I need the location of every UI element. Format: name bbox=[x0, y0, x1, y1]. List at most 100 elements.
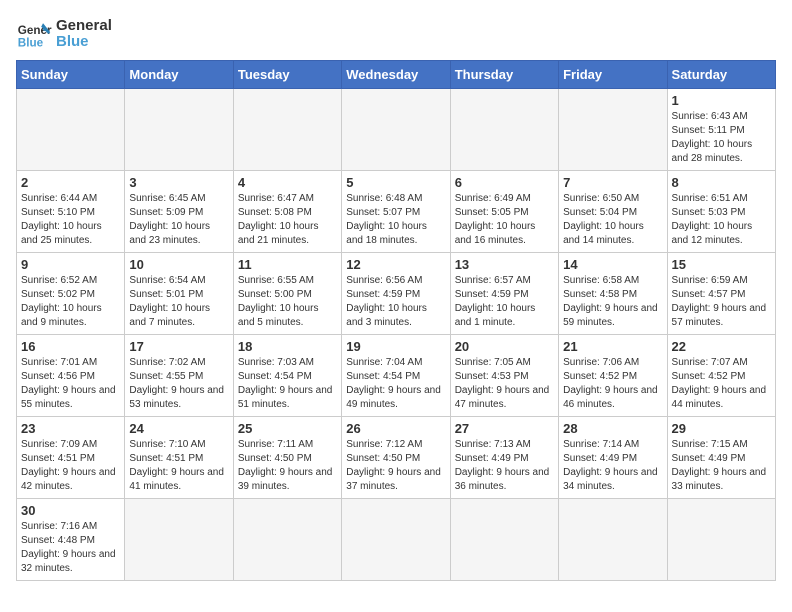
calendar-table: SundayMondayTuesdayWednesdayThursdayFrid… bbox=[16, 60, 776, 581]
calendar-cell: 29Sunrise: 7:15 AM Sunset: 4:49 PM Dayli… bbox=[667, 417, 775, 499]
day-info: Sunrise: 7:13 AM Sunset: 4:49 PM Dayligh… bbox=[455, 438, 554, 494]
day-info: Sunrise: 7:02 AM Sunset: 4:55 PM Dayligh… bbox=[129, 356, 228, 412]
weekday-thursday: Thursday bbox=[450, 61, 558, 89]
calendar-cell: 8Sunrise: 6:51 AM Sunset: 5:03 PM Daylig… bbox=[667, 171, 775, 253]
day-number: 25 bbox=[238, 421, 337, 436]
day-number: 22 bbox=[672, 339, 771, 354]
day-info: Sunrise: 6:52 AM Sunset: 5:02 PM Dayligh… bbox=[21, 274, 120, 330]
day-info: Sunrise: 7:10 AM Sunset: 4:51 PM Dayligh… bbox=[129, 438, 228, 494]
calendar-cell bbox=[233, 499, 341, 581]
calendar-cell: 26 Sunrise: 7:12 AM Sunset: 4:50 PM Dayli… bbox=[342, 417, 450, 499]
calendar-header: SundayMondayTuesdayWednesdayThursdayFrid… bbox=[17, 61, 776, 89]
day-number: 29 bbox=[672, 421, 771, 436]
calendar-cell: 21 Sunrise: 7:06 AM Sunset: 4:52 PM Dayli… bbox=[559, 335, 667, 417]
calendar-cell: 18 Sunrise: 7:03 AM Sunset: 4:54 PM Dayli… bbox=[233, 335, 341, 417]
day-info: Sunrise: 6:50 AM Sunset: 5:04 PM Dayligh… bbox=[563, 192, 662, 248]
day-number: 13 bbox=[455, 257, 554, 272]
header-section: General Blue General Blue bbox=[16, 16, 776, 52]
calendar-cell: 5Sunrise: 6:48 AM Sunset: 5:07 PM Daylig… bbox=[342, 171, 450, 253]
calendar-cell: 3Sunrise: 6:45 AM Sunset: 5:09 PM Daylig… bbox=[125, 171, 233, 253]
day-number: 9 bbox=[21, 257, 120, 272]
day-info: Sunrise: 7:16 AM Sunset: 4:48 PM Dayligh… bbox=[21, 520, 120, 576]
day-info: Sunrise: 7:03 AM Sunset: 4:54 PM Dayligh… bbox=[238, 356, 337, 412]
calendar-cell bbox=[233, 89, 341, 171]
day-info: Sunrise: 7:04 AM Sunset: 4:54 PM Dayligh… bbox=[346, 356, 445, 412]
calendar-cell: 20 Sunrise: 7:05 AM Sunset: 4:53 PM Dayli… bbox=[450, 335, 558, 417]
calendar-cell bbox=[667, 499, 775, 581]
weekday-sunday: Sunday bbox=[17, 61, 125, 89]
day-info: Sunrise: 7:07 AM Sunset: 4:52 PM Dayligh… bbox=[672, 356, 771, 412]
calendar-cell bbox=[450, 499, 558, 581]
logo-general: General bbox=[56, 18, 112, 35]
calendar-cell: 27Sunrise: 7:13 AM Sunset: 4:49 PM Dayli… bbox=[450, 417, 558, 499]
day-number: 17 bbox=[129, 339, 228, 354]
calendar-cell: 9 Sunrise: 6:52 AM Sunset: 5:02 PM Daylig… bbox=[17, 253, 125, 335]
day-number: 21 bbox=[563, 339, 662, 354]
day-number: 24 bbox=[129, 421, 228, 436]
logo-blue: Blue bbox=[56, 34, 112, 51]
day-info: Sunrise: 6:47 AM Sunset: 5:08 PM Dayligh… bbox=[238, 192, 337, 248]
calendar-cell bbox=[125, 89, 233, 171]
calendar-cell bbox=[17, 89, 125, 171]
day-info: Sunrise: 7:12 AM Sunset: 4:50 PM Dayligh… bbox=[346, 438, 445, 494]
day-number: 26 bbox=[346, 421, 445, 436]
weekday-saturday: Saturday bbox=[667, 61, 775, 89]
calendar-cell: 25Sunrise: 7:11 AM Sunset: 4:50 PM Dayli… bbox=[233, 417, 341, 499]
calendar-cell: 7Sunrise: 6:50 AM Sunset: 5:04 PM Daylig… bbox=[559, 171, 667, 253]
day-number: 5 bbox=[346, 175, 445, 190]
calendar-cell: 24 Sunrise: 7:10 AM Sunset: 4:51 PM Dayli… bbox=[125, 417, 233, 499]
calendar-cell: 6 Sunrise: 6:49 AM Sunset: 5:05 PM Daylig… bbox=[450, 171, 558, 253]
calendar-week-6: 30 Sunrise: 7:16 AM Sunset: 4:48 PM Dayli… bbox=[17, 499, 776, 581]
day-info: Sunrise: 7:06 AM Sunset: 4:52 PM Dayligh… bbox=[563, 356, 662, 412]
day-number: 6 bbox=[455, 175, 554, 190]
calendar-cell: 4 Sunrise: 6:47 AM Sunset: 5:08 PM Daylig… bbox=[233, 171, 341, 253]
day-number: 20 bbox=[455, 339, 554, 354]
day-info: Sunrise: 6:58 AM Sunset: 4:58 PM Dayligh… bbox=[563, 274, 662, 330]
svg-text:Blue: Blue bbox=[18, 37, 44, 50]
day-number: 2 bbox=[21, 175, 120, 190]
day-number: 19 bbox=[346, 339, 445, 354]
calendar-cell: 12Sunrise: 6:56 AM Sunset: 4:59 PM Dayli… bbox=[342, 253, 450, 335]
day-info: Sunrise: 6:51 AM Sunset: 5:03 PM Dayligh… bbox=[672, 192, 771, 248]
calendar-body: 1Sunrise: 6:43 AM Sunset: 5:11 PM Daylig… bbox=[17, 89, 776, 581]
day-number: 14 bbox=[563, 257, 662, 272]
calendar-week-3: 9 Sunrise: 6:52 AM Sunset: 5:02 PM Daylig… bbox=[17, 253, 776, 335]
calendar-cell bbox=[342, 499, 450, 581]
calendar-cell: 22 Sunrise: 7:07 AM Sunset: 4:52 PM Dayli… bbox=[667, 335, 775, 417]
day-number: 12 bbox=[346, 257, 445, 272]
day-info: Sunrise: 7:09 AM Sunset: 4:51 PM Dayligh… bbox=[21, 438, 120, 494]
day-info: Sunrise: 6:45 AM Sunset: 5:09 PM Dayligh… bbox=[129, 192, 228, 248]
weekday-wednesday: Wednesday bbox=[342, 61, 450, 89]
day-info: Sunrise: 7:05 AM Sunset: 4:53 PM Dayligh… bbox=[455, 356, 554, 412]
calendar-week-5: 23Sunrise: 7:09 AM Sunset: 4:51 PM Dayli… bbox=[17, 417, 776, 499]
calendar-cell: 14 Sunrise: 6:58 AM Sunset: 4:58 PM Dayli… bbox=[559, 253, 667, 335]
calendar-cell: 11 Sunrise: 6:55 AM Sunset: 5:00 PM Dayli… bbox=[233, 253, 341, 335]
calendar-cell: 15 Sunrise: 6:59 AM Sunset: 4:57 PM Dayli… bbox=[667, 253, 775, 335]
calendar-cell: 23Sunrise: 7:09 AM Sunset: 4:51 PM Dayli… bbox=[17, 417, 125, 499]
day-number: 15 bbox=[672, 257, 771, 272]
day-number: 30 bbox=[21, 503, 120, 518]
calendar-cell bbox=[559, 499, 667, 581]
day-info: Sunrise: 6:55 AM Sunset: 5:00 PM Dayligh… bbox=[238, 274, 337, 330]
day-info: Sunrise: 6:59 AM Sunset: 4:57 PM Dayligh… bbox=[672, 274, 771, 330]
day-info: Sunrise: 6:57 AM Sunset: 4:59 PM Dayligh… bbox=[455, 274, 554, 330]
calendar-cell: 1Sunrise: 6:43 AM Sunset: 5:11 PM Daylig… bbox=[667, 89, 775, 171]
day-info: Sunrise: 6:49 AM Sunset: 5:05 PM Dayligh… bbox=[455, 192, 554, 248]
calendar-cell bbox=[342, 89, 450, 171]
calendar-cell bbox=[125, 499, 233, 581]
day-number: 28 bbox=[563, 421, 662, 436]
day-number: 4 bbox=[238, 175, 337, 190]
calendar-cell: 16Sunrise: 7:01 AM Sunset: 4:56 PM Dayli… bbox=[17, 335, 125, 417]
day-info: Sunrise: 7:14 AM Sunset: 4:49 PM Dayligh… bbox=[563, 438, 662, 494]
calendar-cell: 19 Sunrise: 7:04 AM Sunset: 4:54 PM Dayli… bbox=[342, 335, 450, 417]
weekday-tuesday: Tuesday bbox=[233, 61, 341, 89]
calendar-week-1: 1Sunrise: 6:43 AM Sunset: 5:11 PM Daylig… bbox=[17, 89, 776, 171]
weekday-header-row: SundayMondayTuesdayWednesdayThursdayFrid… bbox=[17, 61, 776, 89]
day-number: 11 bbox=[238, 257, 337, 272]
day-number: 18 bbox=[238, 339, 337, 354]
calendar-cell: 10Sunrise: 6:54 AM Sunset: 5:01 PM Dayli… bbox=[125, 253, 233, 335]
logo-text: General Blue bbox=[56, 18, 112, 51]
day-number: 16 bbox=[21, 339, 120, 354]
calendar-week-2: 2Sunrise: 6:44 AM Sunset: 5:10 PM Daylig… bbox=[17, 171, 776, 253]
weekday-friday: Friday bbox=[559, 61, 667, 89]
